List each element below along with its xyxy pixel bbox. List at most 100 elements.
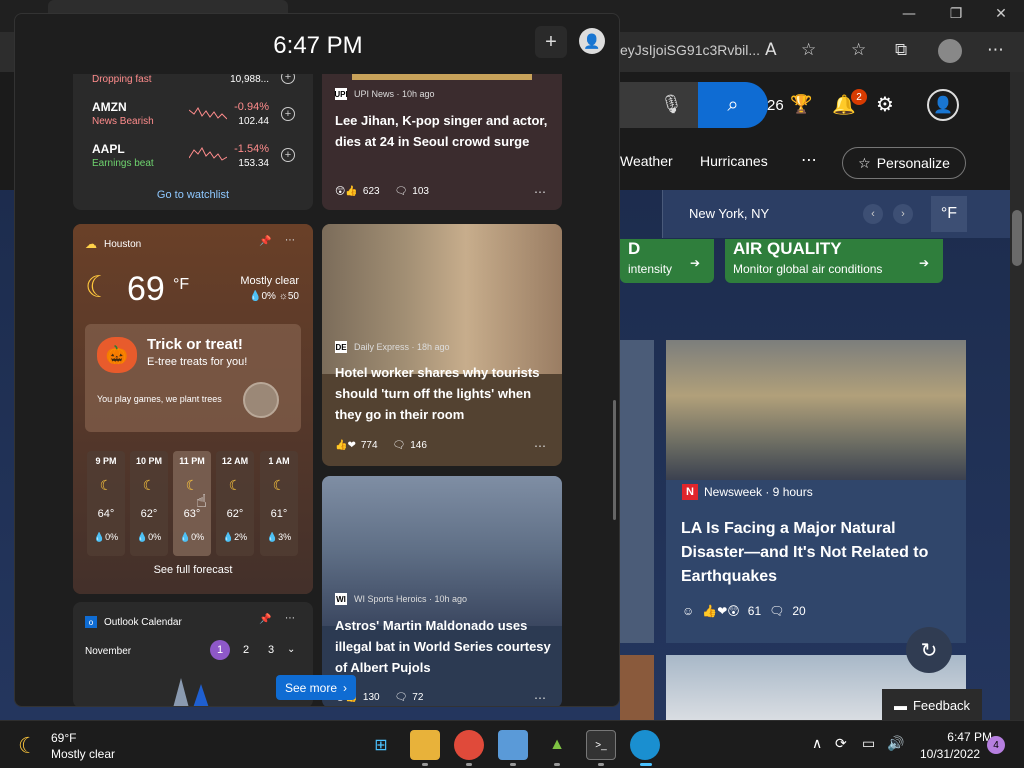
comment-icon[interactable]: 🗨 xyxy=(395,186,408,197)
news-title[interactable]: LA Is Facing a Major Natural Disaster—an… xyxy=(681,517,961,589)
air-quality-tile[interactable]: AIR QUALITY Monitor global air condition… xyxy=(725,239,943,283)
add-stock-icon[interactable]: + xyxy=(281,148,295,162)
add-favorite-icon[interactable]: ☆ xyxy=(801,40,816,60)
moon-cloud-icon: ☾ xyxy=(272,477,286,493)
collections-icon[interactable]: ⧉ xyxy=(895,40,907,60)
page-scrollbar-thumb[interactable] xyxy=(1012,210,1022,266)
news-card-partial[interactable] xyxy=(620,655,654,720)
windows-start-icon[interactable]: ⊞ xyxy=(366,730,396,760)
search-button[interactable]: ⌕ xyxy=(698,82,768,128)
add-widget-button[interactable]: + xyxy=(535,26,567,58)
more-options-icon[interactable]: ⋯ xyxy=(285,613,295,624)
chevron-right-icon[interactable]: › xyxy=(893,204,913,224)
news-title[interactable]: Hotel worker shares why tourists should … xyxy=(335,362,555,425)
add-stock-icon[interactable]: + xyxy=(281,74,295,84)
address-bar-url[interactable]: eyJsIjoiSG91c3Rvbil... xyxy=(620,42,760,58)
trophy-icon[interactable]: 🏆 xyxy=(790,94,812,115)
android-icon[interactable]: ▲ xyxy=(542,730,572,760)
settings-more-icon[interactable]: ⋯ xyxy=(987,40,1004,60)
hourly-forecast-item[interactable]: 9 PM ☾ 64° 💧0% xyxy=(87,451,125,556)
pin-icon[interactable]: 📌 xyxy=(259,614,271,625)
stock-symbol[interactable]: AMZN xyxy=(92,100,127,114)
restore-icon[interactable]: ❐ xyxy=(946,6,966,22)
more-options-icon[interactable]: ⋯ xyxy=(534,691,546,705)
hour-time: 10 PM xyxy=(135,456,162,466)
stock-symbol[interactable]: AAPL xyxy=(92,142,125,156)
pin-icon[interactable]: 📌 xyxy=(259,236,271,247)
location-name[interactable]: New York, NY xyxy=(689,206,769,221)
microphone-icon[interactable]: 🎙 xyxy=(660,94,683,115)
hour-time: 12 AM xyxy=(221,456,249,466)
notification-badge[interactable]: 4 xyxy=(987,736,1005,754)
taskbar-weather-temp[interactable]: 69°F xyxy=(51,731,76,745)
rewards-count[interactable]: 26 xyxy=(767,97,784,114)
photos-icon[interactable] xyxy=(498,730,528,760)
unit-toggle[interactable]: °F xyxy=(931,196,967,232)
news-title[interactable]: Astros' Martin Maldonado uses illegal ba… xyxy=(335,615,555,678)
full-forecast-link[interactable]: See full forecast xyxy=(73,564,313,576)
hourly-forecast-item[interactable]: 1 AM ☾ 61° 💧3% xyxy=(260,451,298,556)
nav-hurricanes[interactable]: Hurricanes xyxy=(700,153,768,169)
more-options-icon[interactable]: ⋯ xyxy=(285,235,295,246)
hourly-forecast-item[interactable]: 12 AM ☾ 62° 💧2% xyxy=(216,451,254,556)
feedback-button[interactable]: ▬ Feedback xyxy=(882,689,982,720)
sync-icon[interactable]: ⟳ xyxy=(835,735,847,752)
comment-icon[interactable]: 🗨 xyxy=(393,440,406,451)
file-explorer-icon[interactable] xyxy=(410,730,440,760)
news-card[interactable]: DE Daily Express · 18h ago Hotel worker … xyxy=(322,224,562,466)
reaction-emoji-icon: 😲👍 xyxy=(335,186,358,197)
edge-icon[interactable] xyxy=(630,730,660,760)
browser-profile-avatar[interactable] xyxy=(938,39,962,63)
gear-icon[interactable]: ⚙ xyxy=(876,92,894,117)
taskbar-date[interactable]: 10/31/2022 xyxy=(920,747,980,761)
news-card[interactable]: UPI UPI News · 10h ago Lee Jihan, K-pop … xyxy=(322,74,562,210)
news-title[interactable]: Lee Jihan, K-pop singer and actor, dies … xyxy=(335,110,555,152)
comment-icon[interactable]: 🗨 xyxy=(769,604,784,618)
close-icon[interactable]: ✕ xyxy=(991,6,1011,22)
taskbar-time[interactable]: 6:47 PM xyxy=(932,730,992,744)
promo-card[interactable]: 🎃 Trick or treat! E-tree treats for you!… xyxy=(85,324,301,432)
news-card[interactable]: WI WI Sports Heroics · 10h ago Astros' M… xyxy=(322,476,562,706)
refresh-button[interactable]: ↻ xyxy=(906,627,952,673)
personalize-button[interactable]: ☆ Personalize xyxy=(842,147,966,179)
outlook-icon: o xyxy=(85,616,97,628)
stock-price: 153.34 xyxy=(238,158,269,169)
tile-title: D xyxy=(628,239,641,258)
taskbar-weather-condition[interactable]: Mostly clear xyxy=(51,747,115,761)
add-reaction-icon[interactable]: ☺ xyxy=(682,604,694,618)
more-options-icon[interactable]: ⋯ xyxy=(534,185,546,199)
chevron-left-icon[interactable]: ‹ xyxy=(863,204,883,224)
volume-icon[interactable]: 🔊 xyxy=(887,735,904,752)
news-card-partial[interactable] xyxy=(620,340,654,643)
panel-profile-avatar[interactable]: 👤 xyxy=(579,28,605,54)
minimize-icon[interactable]: — xyxy=(899,6,919,22)
nav-weather[interactable]: Weather xyxy=(620,153,673,169)
calendar-day[interactable]: 3 xyxy=(261,640,281,660)
chrome-icon[interactable] xyxy=(454,730,484,760)
network-icon[interactable]: ▭ xyxy=(862,735,875,752)
moon-cloud-icon: ☾ xyxy=(228,477,242,493)
chevron-down-icon[interactable]: ⌄ xyxy=(287,644,295,655)
page-scrollbar[interactable] xyxy=(1010,72,1024,720)
weather-tile-1[interactable]: D intensity ➔ xyxy=(620,239,714,283)
nav-more-icon[interactable]: ⋯ xyxy=(801,150,817,170)
profile-avatar[interactable]: 👤 xyxy=(927,89,959,121)
chevron-up-icon[interactable]: ∧ xyxy=(812,735,822,752)
calendar-day[interactable]: 1 xyxy=(210,640,230,660)
calendar-day[interactable]: 2 xyxy=(236,640,256,660)
more-options-icon[interactable]: ⋯ xyxy=(534,439,546,453)
read-aloud-icon[interactable]: A xyxy=(765,40,777,60)
add-stock-icon[interactable]: + xyxy=(281,107,295,121)
moon-icon[interactable]: ☾ xyxy=(18,733,38,759)
news-card-large[interactable]: N Newsweek · 9 hours LA Is Facing a Majo… xyxy=(666,340,966,643)
comment-icon[interactable]: 🗨 xyxy=(395,692,408,703)
source-icon: UPI xyxy=(334,88,348,100)
terminal-icon[interactable]: >_ xyxy=(586,730,616,760)
see-more-button[interactable]: See more › xyxy=(276,675,356,700)
weather-widget[interactable]: ☁ Houston 📌 ⋯ ☾ 69 °F Mostly clear 💧0% ☼… xyxy=(73,224,313,594)
watchlist-link[interactable]: Go to watchlist xyxy=(73,189,313,201)
hourly-forecast-item[interactable]: 10 PM ☾ 62° 💧0% xyxy=(130,451,168,556)
stock-change: -1.54% xyxy=(234,143,269,155)
favorites-icon[interactable]: ☆ xyxy=(851,40,866,60)
panel-scrollbar[interactable] xyxy=(613,400,616,520)
